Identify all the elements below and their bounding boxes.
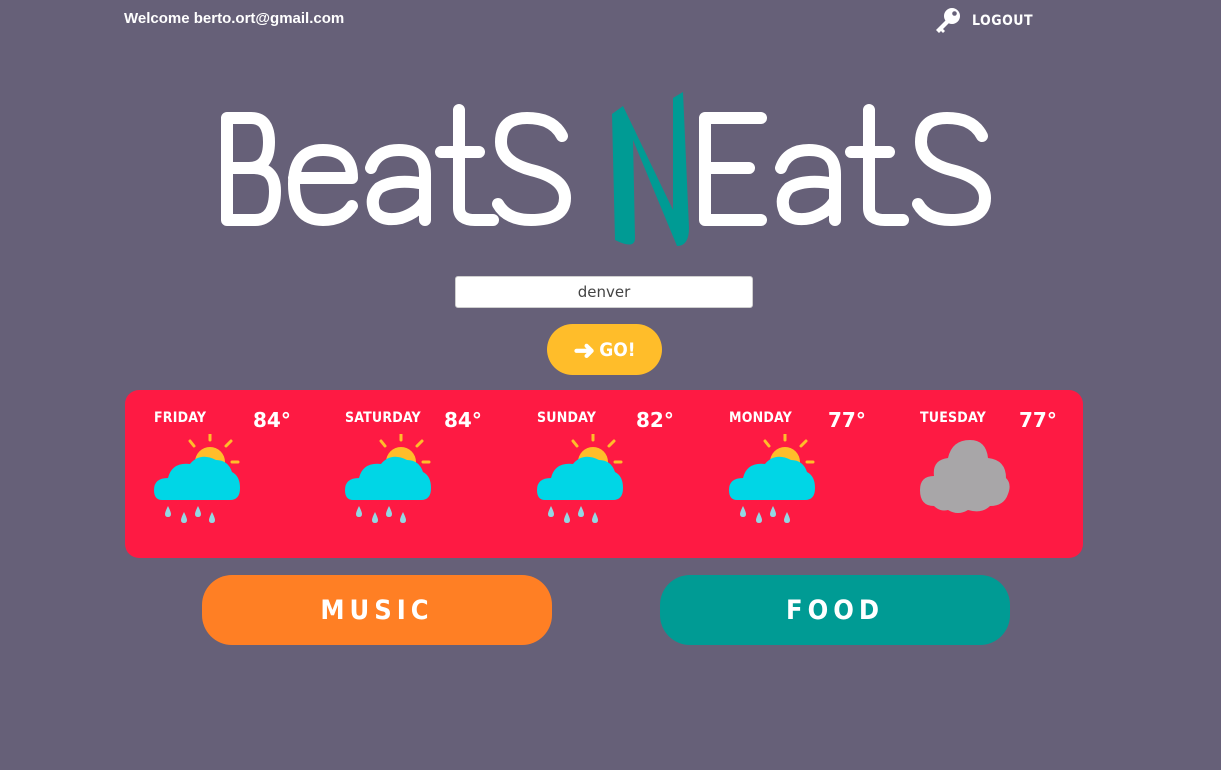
arrow-right-icon: ➜ bbox=[573, 334, 596, 365]
weather-forecast-panel: Friday 84° Saturday 84° bbox=[125, 390, 1083, 558]
key-icon bbox=[930, 5, 964, 37]
day-temperature: 82° bbox=[636, 408, 674, 432]
go-label: GO! bbox=[599, 338, 636, 361]
logout-label: logout bbox=[972, 13, 1034, 29]
beatsneats-logo bbox=[221, 92, 991, 246]
music-button[interactable]: MUSIC bbox=[202, 575, 552, 645]
day-name: Tuesday bbox=[920, 410, 986, 426]
go-button[interactable]: ➜ GO! bbox=[547, 324, 662, 375]
welcome-message: Welcome berto.ort@gmail.com bbox=[124, 10, 345, 27]
forecast-day: Sunday 82° bbox=[508, 390, 678, 558]
gray-cloud-icon bbox=[920, 440, 1010, 513]
day-temperature: 84° bbox=[444, 408, 482, 432]
day-name: Monday bbox=[729, 410, 792, 426]
sun-rain-cloud-icon bbox=[345, 434, 431, 523]
forecast-day: Tuesday 77° bbox=[891, 390, 1061, 558]
sun-rain-cloud-icon bbox=[154, 434, 240, 523]
food-label: FOOD bbox=[785, 594, 885, 626]
day-temperature: 77° bbox=[828, 408, 866, 432]
sun-rain-cloud-icon bbox=[537, 434, 623, 523]
day-name: Saturday bbox=[345, 410, 421, 426]
forecast-day: Friday 84° bbox=[125, 390, 295, 558]
logout-button[interactable]: logout bbox=[930, 5, 1033, 37]
day-name: Friday bbox=[154, 410, 207, 426]
forecast-day: Monday 77° bbox=[700, 390, 870, 558]
day-name: Sunday bbox=[537, 410, 597, 426]
music-label: MUSIC bbox=[320, 594, 434, 626]
day-temperature: 77° bbox=[1019, 408, 1057, 432]
food-button[interactable]: FOOD bbox=[660, 575, 1010, 645]
day-temperature: 84° bbox=[253, 408, 291, 432]
sun-rain-cloud-icon bbox=[729, 434, 815, 523]
city-search-input[interactable] bbox=[455, 276, 753, 308]
forecast-day: Saturday 84° bbox=[316, 390, 486, 558]
